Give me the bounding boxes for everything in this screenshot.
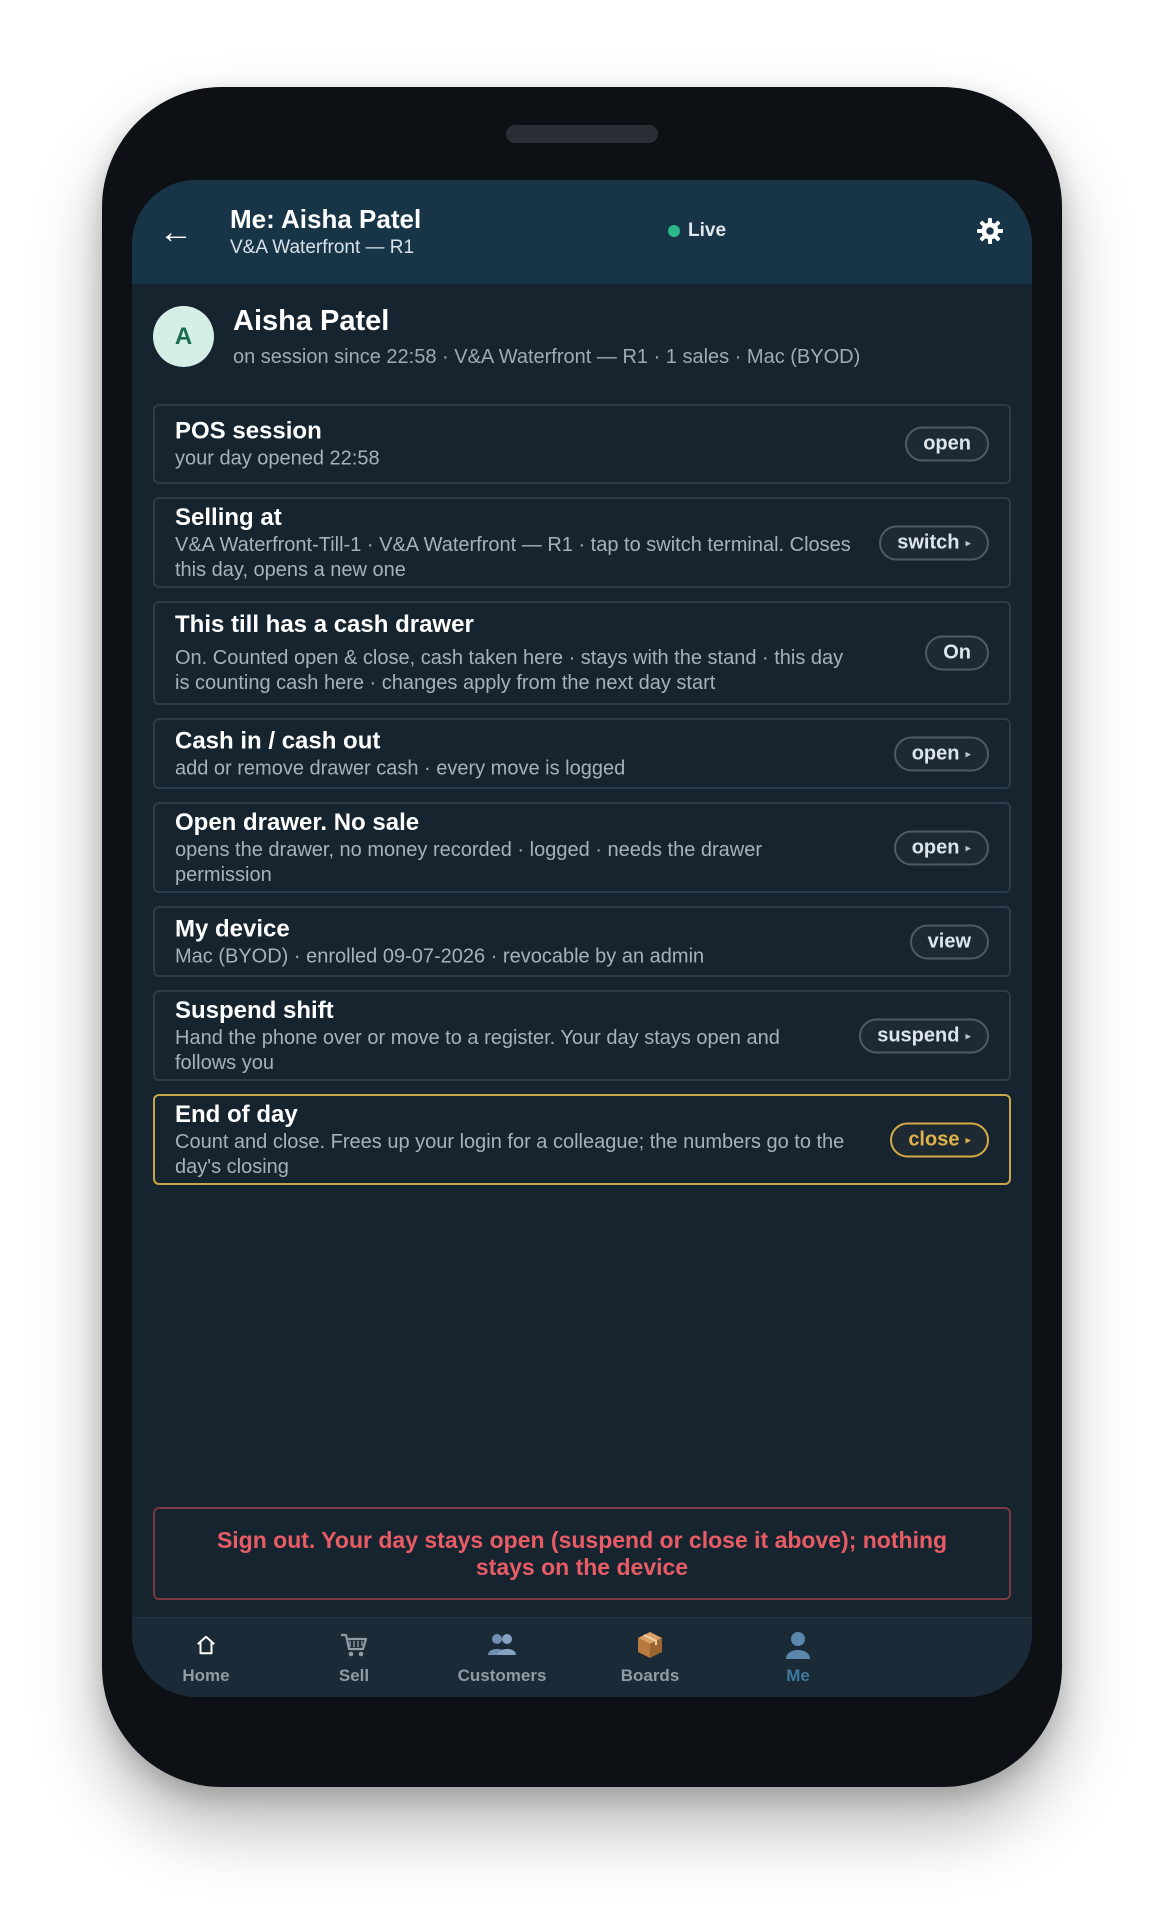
card-cash-in-out: Cash in / cash out add or remove drawer … xyxy=(153,718,1011,789)
pill-label: view xyxy=(927,930,971,952)
nav-label: Home xyxy=(182,1666,230,1685)
page-subtitle: V&A Waterfront — R1 xyxy=(230,237,415,258)
pill-label: close xyxy=(908,1128,960,1150)
page-title: Me: Aisha Patel xyxy=(230,204,422,234)
pos-session-open-button[interactable]: open xyxy=(905,426,989,462)
card-open-drawer-no-sale: Open drawer. No sale opens the drawer, n… xyxy=(153,802,1011,893)
sign-out-button[interactable]: Sign out. Your day stays open (suspend o… xyxy=(153,1507,1011,1600)
caret-right-icon: ▸ xyxy=(965,842,971,854)
caret-right-icon: ▸ xyxy=(965,1134,971,1146)
card-subtitle: V&A Waterfront-Till-1 · V&A Waterfront —… xyxy=(175,533,851,581)
nav-item-me[interactable]: Me xyxy=(738,1618,858,1697)
card-my-device: My device Mac (BYOD) · enrolled 09-07-20… xyxy=(153,906,1011,977)
phone-speaker xyxy=(506,125,658,143)
user-icon xyxy=(784,1630,812,1660)
pill-label: open xyxy=(911,836,960,858)
card-subtitle: add or remove drawer cash · every move i… xyxy=(175,757,626,779)
nav-item-boards[interactable]: Boards xyxy=(590,1618,710,1697)
nav-item-sell[interactable]: Sell xyxy=(294,1618,414,1697)
card-selling-at: Selling at V&A Waterfront-Till-1 · V&A W… xyxy=(153,497,1011,588)
live-status: Live xyxy=(668,220,726,242)
home-icon xyxy=(195,1630,217,1660)
card-subtitle: your day opened 22:58 xyxy=(175,447,380,470)
cash-in-out-open-button[interactable]: open ▸ xyxy=(893,736,989,771)
card-subtitle: Hand the phone over or move to a registe… xyxy=(175,1026,780,1074)
card-title: Suspend shift xyxy=(175,996,334,1024)
open-drawer-button[interactable]: open ▸ xyxy=(893,830,989,865)
nav-item-home[interactable]: Home xyxy=(146,1618,266,1697)
card-title: Selling at xyxy=(175,503,282,531)
pill-label: open xyxy=(923,432,971,455)
phone-frame: ← Me: Aisha Patel V&A Waterfront — R1 Li… xyxy=(102,87,1062,1787)
back-arrow-icon[interactable]: ← xyxy=(156,214,196,250)
nav-label: Sell xyxy=(338,1666,370,1685)
suspend-shift-button[interactable]: suspend ▸ xyxy=(859,1018,989,1053)
card-title: Cash in / cash out xyxy=(175,727,381,754)
people-icon xyxy=(486,1630,518,1660)
nav-label: Boards xyxy=(620,1666,680,1685)
card-subtitle: opens the drawer, no money recorded · lo… xyxy=(175,838,763,886)
card-end-of-day: End of day Count and close. Frees up you… xyxy=(153,1094,1011,1185)
pill-label: open xyxy=(911,742,960,764)
nav-label: Customers xyxy=(457,1666,547,1685)
app-header: ← Me: Aisha Patel V&A Waterfront — R1 Li… xyxy=(132,180,1032,284)
switch-terminal-button[interactable]: switch ▸ xyxy=(879,525,989,560)
cash-drawer-toggle[interactable]: On xyxy=(925,635,989,671)
gear-icon[interactable] xyxy=(975,216,1005,246)
package-icon xyxy=(636,1630,664,1660)
card-title: This till has a cash drawer xyxy=(175,611,474,638)
avatar: A xyxy=(153,306,214,367)
card-subtitle: Mac (BYOD) · enrolled 09-07-2026 · revoc… xyxy=(175,945,705,967)
pill-label: switch xyxy=(897,531,960,553)
profile-name: Aisha Patel xyxy=(233,305,390,337)
bottom-nav: Home Sell Customers Boards Me xyxy=(132,1617,1032,1697)
card-suspend-shift: Suspend shift Hand the phone over or mov… xyxy=(153,990,1011,1081)
live-dot-icon xyxy=(668,225,680,237)
card-cash-drawer: This till has a cash drawer On. Counted … xyxy=(153,601,1011,705)
caret-right-icon: ▸ xyxy=(965,748,971,760)
close-day-button[interactable]: close ▸ xyxy=(890,1122,989,1157)
view-device-button[interactable]: view xyxy=(909,924,989,959)
nav-label: Me xyxy=(786,1666,810,1685)
caret-right-icon: ▸ xyxy=(965,1030,971,1042)
card-title: My device xyxy=(175,915,290,942)
app-screen: ← Me: Aisha Patel V&A Waterfront — R1 Li… xyxy=(132,180,1032,1697)
card-subtitle: On. Counted open & close, cash taken her… xyxy=(175,647,844,694)
caret-right-icon: ▸ xyxy=(965,537,971,549)
card-title: Open drawer. No sale xyxy=(175,808,420,836)
card-pos-session: POS session your day opened 22:58 open xyxy=(153,404,1011,484)
shopping-cart-icon xyxy=(339,1630,369,1660)
card-subtitle: Count and close. Frees up your login for… xyxy=(175,1130,845,1178)
nav-item-customers[interactable]: Customers xyxy=(442,1618,562,1697)
card-title: POS session xyxy=(175,417,322,445)
pill-label: suspend xyxy=(877,1024,960,1046)
card-title: End of day xyxy=(175,1100,298,1128)
live-status-label: Live xyxy=(688,220,727,241)
profile-details: on session since 22:58 · V&A Waterfront … xyxy=(233,346,861,368)
pill-label: On xyxy=(943,641,971,664)
